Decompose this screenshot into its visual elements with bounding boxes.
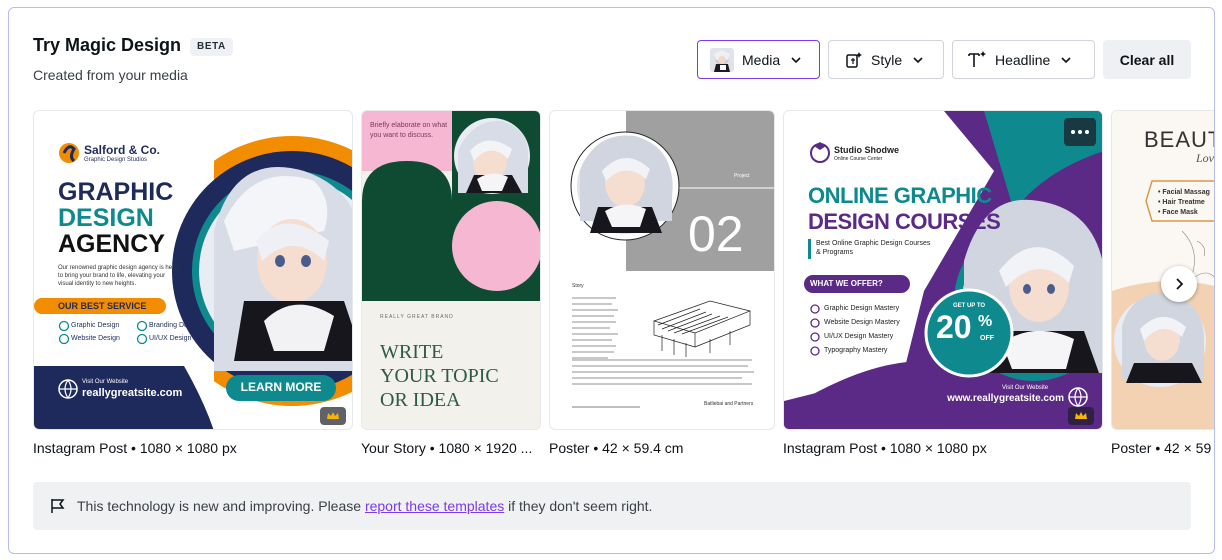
poster-tag: Project (734, 173, 750, 179)
template-caption-1: Instagram Post • 1080 × 1080 px (33, 440, 237, 456)
page-subtitle: Created from your media (33, 67, 188, 83)
template-caption-4: Instagram Post • 1080 × 1080 px (783, 440, 987, 456)
beauty-item-1: • Facial Massag (1158, 189, 1210, 196)
crown-icon (1068, 407, 1094, 425)
poster-number: 02 (688, 206, 744, 262)
courses-visit: Visit Our Website (1002, 385, 1049, 391)
clear-all-button[interactable]: Clear all (1103, 40, 1191, 79)
template-card-courses[interactable]: Studio Shodwe Online Course Center ONLIN… (783, 110, 1103, 430)
carousel-next-button[interactable] (1161, 266, 1197, 302)
chevron-down-icon (790, 53, 804, 67)
agency-brand-sub: Graphic Design Studios (84, 157, 148, 163)
template-caption-2: Your Story • 1080 × 1920 ... (361, 440, 533, 456)
story-top-text: Briefly elaborate on what you want to di… (370, 122, 448, 139)
courses-discount-num: 20 (936, 309, 972, 345)
report-templates-link[interactable]: report these templates (365, 498, 504, 514)
flag-icon (49, 497, 67, 515)
courses-item-3: UI/UX Design Mastery (824, 333, 894, 340)
story-headline-3: OR IDEA (380, 389, 461, 411)
template-caption-3: Poster • 42 × 59.4 cm (549, 440, 684, 456)
courses-headline-2: DESIGN COURSES (808, 209, 1001, 234)
poster-footer: Batliebai and Partners (704, 401, 754, 407)
feedback-notice: This technology is new and improving. Pl… (33, 482, 1191, 530)
agency-service-2: Branding Design (149, 322, 201, 329)
agency-headline-2: DESIGN (58, 204, 154, 232)
agency-service-4: UI/UX Design (149, 335, 192, 342)
magic-style-icon (845, 51, 863, 69)
courses-offer: WHAT WE OFFER? (810, 279, 883, 288)
chevron-down-icon (912, 53, 926, 67)
chevron-right-icon (1172, 277, 1186, 291)
story-headline-1: WRITE (380, 341, 444, 363)
courses-discount-pct: % (978, 313, 993, 330)
agency-cta: LEARN MORE (240, 380, 322, 394)
courses-artwork (784, 111, 1102, 429)
agency-section: OUR BEST SERVICE (58, 301, 147, 311)
agency-headline-1: GRAPHIC (58, 178, 174, 206)
template-card-story[interactable]: Briefly elaborate on what you want to di… (361, 110, 541, 430)
courses-item-2: Website Design Mastery (824, 319, 900, 326)
page-title: Try Magic Design (33, 35, 182, 55)
magic-design-panel: Try Magic Design BETA Created from your … (8, 7, 1215, 554)
text-plus-icon (967, 50, 987, 70)
courses-site: www.reallygreatsite.com (947, 393, 1064, 404)
story-brand: REALLY GREAT BRAND (380, 314, 454, 320)
story-headline-2: YOUR TOPIC (380, 365, 499, 387)
poster-section: Story (572, 283, 584, 289)
agency-brand: Salford & Co. (84, 143, 161, 157)
poster-artwork (570, 111, 774, 408)
beauty-headline: BEAUT (1144, 127, 1215, 152)
courses-discount-off: OFF (980, 335, 994, 342)
agency-visit: Visit Our Website (82, 379, 129, 385)
style-filter-button[interactable]: Style (828, 40, 944, 79)
courses-headline-1: ONLINE GRAPHIC (808, 183, 992, 208)
courses-item-4: Typography Mastery (824, 347, 888, 354)
media-filter-button[interactable]: Media (697, 40, 820, 79)
crown-icon (320, 407, 346, 425)
courses-sub: Best Online Graphic Design Courses & Pro… (816, 240, 931, 256)
courses-brand: Studio Shodwe (834, 145, 899, 155)
courses-item-1: Graphic Design Mastery (824, 305, 900, 312)
agency-service-3: Website Design (71, 335, 120, 342)
agency-service-1: Graphic Design (71, 322, 120, 329)
courses-brand-sub: Online Course Center (834, 156, 883, 162)
notice-text-after: if they don't seem right. (504, 498, 653, 514)
template-card-beauty[interactable]: BEAUT Love Y • Facial Massag • Hair Trea… (1111, 110, 1215, 430)
chevron-down-icon (1060, 53, 1074, 67)
media-thumbnail-icon (710, 47, 734, 72)
beauty-item-2: • Hair Treatme (1158, 199, 1205, 206)
agency-headline-3: AGENCY (58, 230, 165, 258)
notice-text: This technology is new and improving. Pl… (77, 498, 652, 514)
headline-filter-label: Headline (995, 51, 1051, 68)
template-caption-5: Poster • 42 × 59 (1111, 440, 1212, 456)
agency-site: reallygreatsite.com (82, 387, 183, 399)
notice-text-before: This technology is new and improving. Pl… (77, 498, 365, 514)
beauty-script: Love Y (1196, 151, 1214, 165)
media-filter-label: Media (742, 51, 781, 68)
style-filter-label: Style (871, 51, 903, 68)
agency-body: Our renowned graphic design agency is he… (58, 265, 178, 287)
beauty-item-3: • Face Mask (1158, 209, 1198, 216)
template-card-agency[interactable]: Salford & Co. Graphic Design Studios GRA… (33, 110, 353, 430)
template-card-poster[interactable]: Project 02 Story Batliebai and Partners (549, 110, 775, 430)
headline-filter-button[interactable]: Headline (952, 40, 1095, 79)
beta-badge: BETA (190, 38, 233, 56)
more-horizontal-icon[interactable] (1064, 118, 1096, 146)
